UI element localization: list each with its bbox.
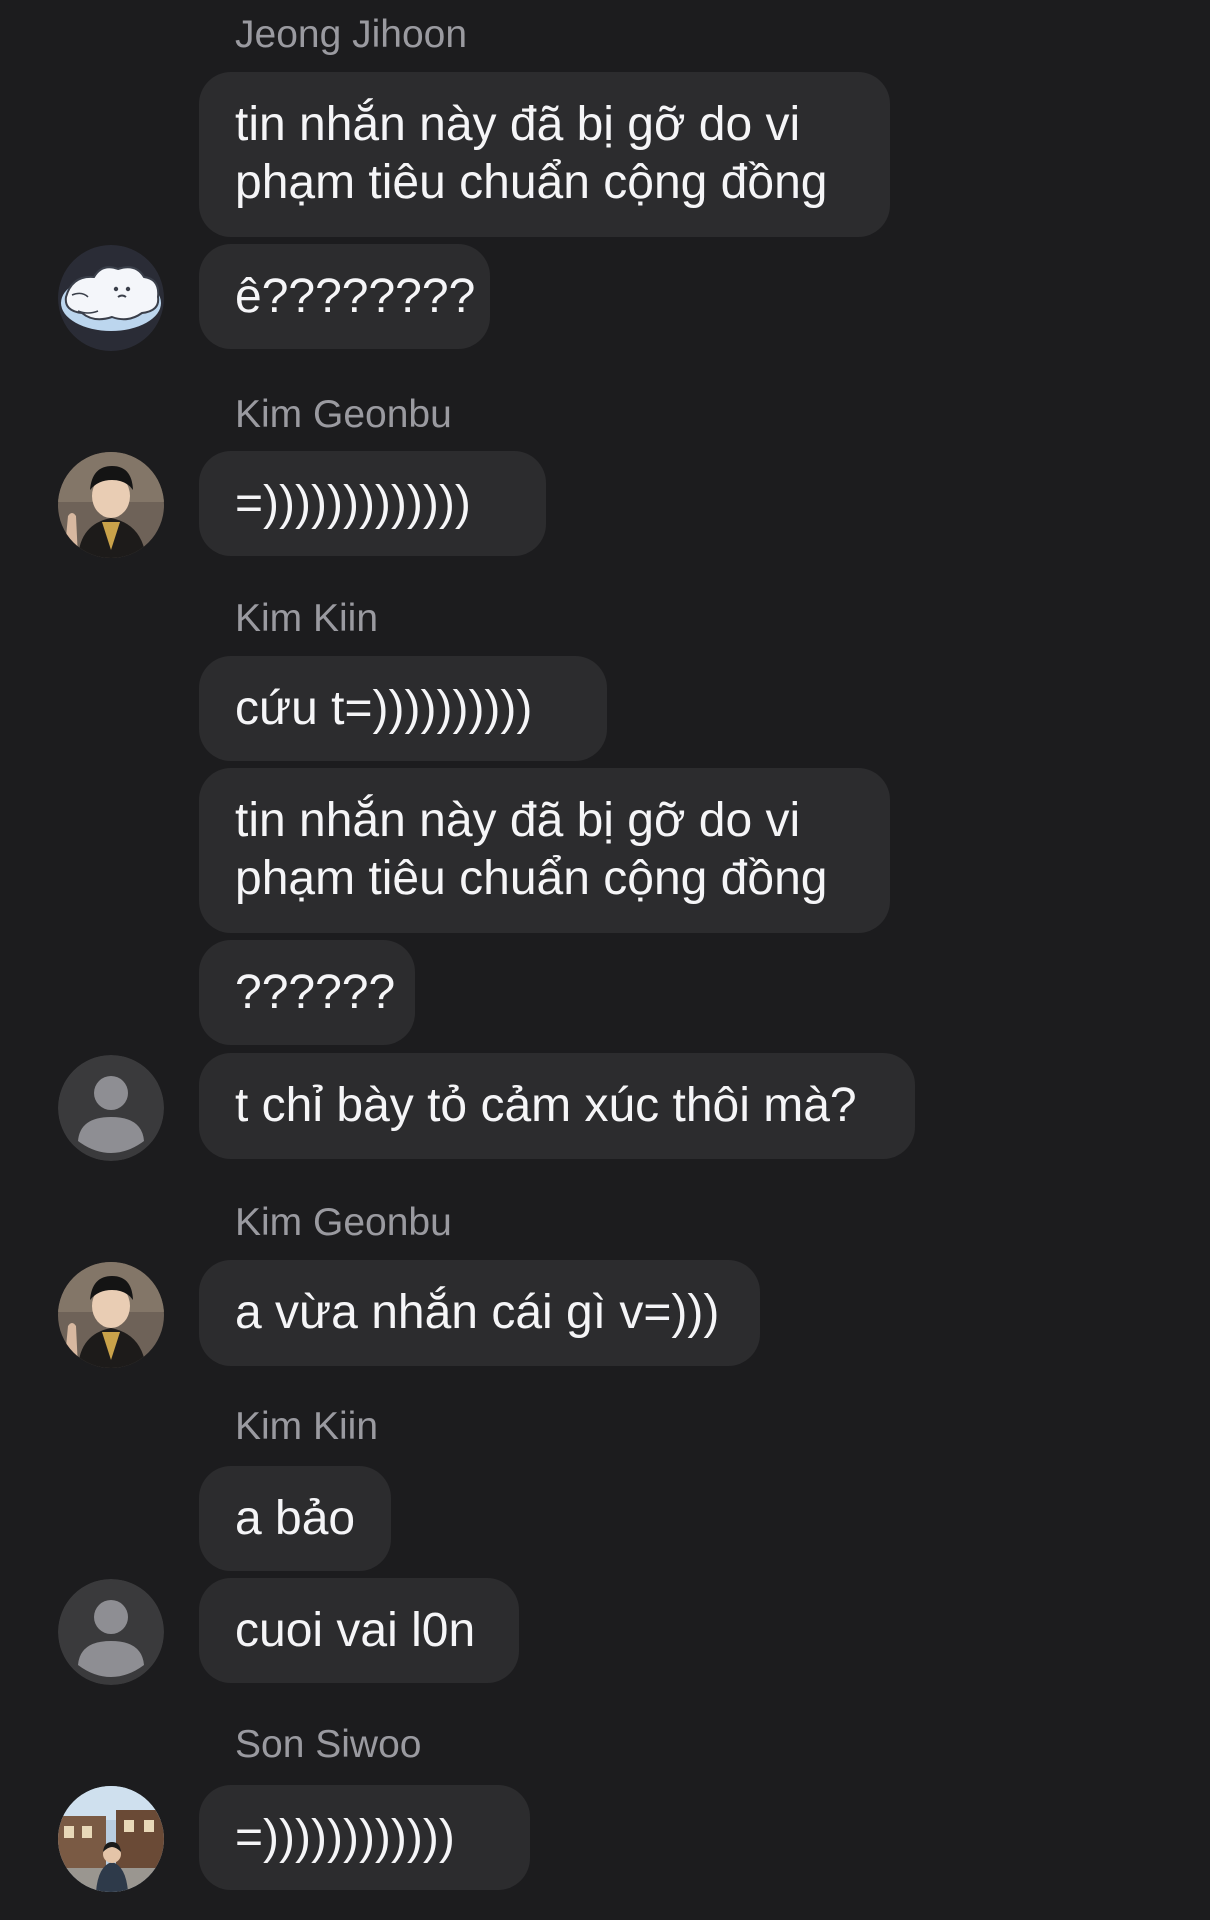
geonbu-photo-avatar[interactable]	[58, 452, 164, 558]
sender-name-son-siwoo: Son Siwoo	[235, 1723, 422, 1766]
message-bubble[interactable]: tin nhắn này đã bị gỡ do vi phạm tiêu ch…	[199, 72, 890, 237]
sender-name-kim-geonbu: Kim Geonbu	[235, 1201, 452, 1244]
message-bubble[interactable]: a bảo	[199, 1466, 391, 1571]
cloud-avatar-icon[interactable]	[58, 245, 164, 351]
sender-name-jeong-jihoon: Jeong Jihoon	[235, 13, 468, 56]
sender-name-kim-geonbu: Kim Geonbu	[235, 393, 452, 436]
geonbu-photo-avatar[interactable]	[58, 1262, 164, 1368]
sender-name-kim-kiin: Kim Kiin	[235, 597, 379, 640]
default-person-icon[interactable]	[58, 1055, 164, 1161]
message-bubble[interactable]: =))))))))))))	[199, 1785, 530, 1890]
message-bubble[interactable]: cuoi vai l0n	[199, 1578, 519, 1683]
default-person-icon[interactable]	[58, 1579, 164, 1685]
message-bubble[interactable]: ê????????	[199, 244, 490, 349]
message-bubble[interactable]: ??????	[199, 940, 415, 1045]
message-bubble[interactable]: =)))))))))))))	[199, 451, 546, 556]
message-bubble[interactable]: tin nhắn này đã bị gỡ do vi phạm tiêu ch…	[199, 768, 890, 933]
message-bubble[interactable]: cứu t=))))))))))	[199, 656, 607, 761]
chat-thread[interactable]: Jeong Jihoon tin nhắn này đã bị gỡ do vi…	[0, 0, 1210, 1920]
sender-name-kim-kiin: Kim Kiin	[235, 1405, 379, 1448]
message-bubble[interactable]: t chỉ bày tỏ cảm xúc thôi mà?	[199, 1053, 915, 1159]
message-bubble[interactable]: a vừa nhắn cái gì v=)))	[199, 1260, 760, 1366]
siwoo-photo-avatar[interactable]	[58, 1786, 164, 1892]
